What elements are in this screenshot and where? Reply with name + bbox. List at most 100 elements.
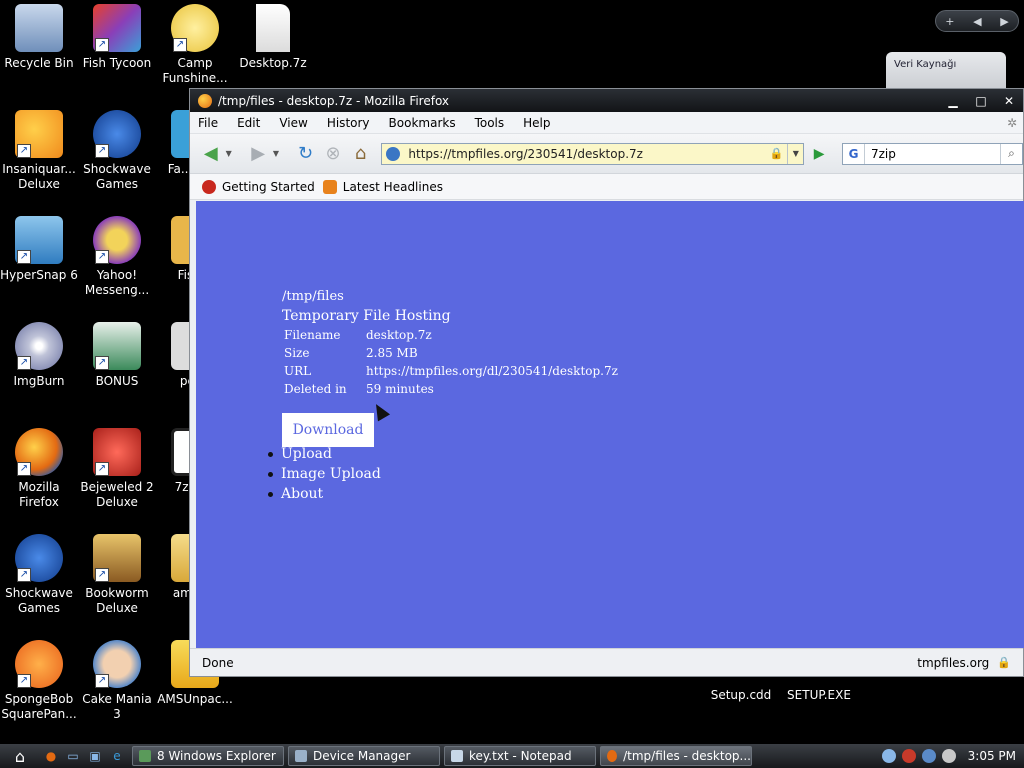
add-icon[interactable]: +: [945, 15, 954, 28]
start-button[interactable]: ⌂: [0, 744, 40, 768]
bookmark-getting-started[interactable]: Getting Started: [202, 179, 315, 194]
nav-label[interactable]: Upload: [281, 444, 332, 464]
menu-file[interactable]: File: [196, 116, 220, 130]
next-icon[interactable]: ▶: [1000, 15, 1008, 28]
clock[interactable]: 3:05 PM: [968, 749, 1016, 763]
taskbar-button-firefox[interactable]: /tmp/files - desktop...: [600, 746, 752, 766]
search-box[interactable]: G 7zip ⌕: [842, 142, 1023, 165]
search-engine-icon[interactable]: G: [843, 143, 865, 164]
desktop-icon-fish-tycoon[interactable]: ↗ Fish Tycoon: [78, 4, 156, 71]
tray-app-icon[interactable]: [881, 749, 896, 763]
maximize-button[interactable]: □: [967, 94, 995, 108]
row-value[interactable]: https://tmpfiles.org/dl/230541/desktop.7…: [364, 362, 620, 380]
show-desktop-icon[interactable]: ▭: [62, 746, 84, 766]
desktop-icon-bonus[interactable]: ↗ BONUS: [78, 322, 156, 389]
nav-item-image-upload[interactable]: Image Upload: [268, 464, 381, 484]
download-button[interactable]: Download: [282, 413, 374, 447]
search-input[interactable]: 7zip: [865, 147, 1000, 161]
go-button[interactable]: ▶: [808, 143, 830, 165]
desktop-icon-bejeweled[interactable]: ↗ Bejeweled 2 Deluxe: [78, 428, 156, 510]
desktop-icon-label: Cake Mania 3: [82, 692, 152, 721]
nav-item-about[interactable]: About: [268, 484, 381, 504]
menu-tools[interactable]: Tools: [473, 116, 507, 130]
title-bar[interactable]: /tmp/files - desktop.7z - Mozilla Firefo…: [190, 89, 1023, 112]
desktop-icon-spongebob[interactable]: ↗ SpongeBob SquarePan...: [0, 640, 78, 722]
desktop-icon-shockwave-2[interactable]: ↗ Shockwave Games: [0, 534, 78, 616]
desktop-icon-bookworm[interactable]: ↗ Bookworm Deluxe: [78, 534, 156, 616]
menu-help[interactable]: Help: [521, 116, 552, 130]
taskbar-button-device-manager[interactable]: Device Manager: [288, 746, 440, 766]
desktop-icon-shockwave[interactable]: ↗ Shockwave Games: [78, 110, 156, 192]
bookmark-latest-headlines[interactable]: Latest Headlines: [322, 179, 443, 194]
search-icon[interactable]: ⌕: [999, 143, 1022, 164]
site-tagline: Temporary File Hosting: [282, 308, 451, 324]
table-row: Deleted in 59 minutes: [282, 380, 620, 398]
reload-button[interactable]: ↻: [293, 141, 319, 167]
taskbar-button-explorer[interactable]: 8 Windows Explorer: [132, 746, 284, 766]
url-text[interactable]: https://tmpfiles.org/230541/desktop.7z: [408, 147, 769, 161]
stop-button[interactable]: ⊗: [320, 141, 346, 167]
desktop-icon-label: Insaniquar... Deluxe: [2, 162, 76, 191]
desktop-icon-label: Recycle Bin: [4, 56, 74, 70]
row-value: desktop.7z: [366, 328, 432, 342]
forward-history-dropdown[interactable]: ▼: [273, 149, 285, 158]
nav-label[interactable]: Image Upload: [281, 464, 381, 484]
firefox-icon: [607, 750, 618, 762]
tray-network-icon[interactable]: [921, 749, 936, 763]
menu-history[interactable]: History: [325, 116, 372, 130]
nav-label[interactable]: About: [281, 484, 323, 504]
back-history-dropdown[interactable]: ▼: [226, 149, 238, 158]
device-manager-icon: [295, 750, 307, 762]
url-bar[interactable]: https://tmpfiles.org/230541/desktop.7z 🔒…: [381, 142, 805, 165]
table-row: URL https://tmpfiles.org/dl/230541/deskt…: [282, 362, 620, 380]
desktop-icon-firefox[interactable]: ↗ Mozilla Firefox: [0, 428, 78, 510]
menu-bookmarks[interactable]: Bookmarks: [387, 116, 458, 130]
row-key: Filename: [284, 328, 341, 342]
row-key: Size: [284, 346, 310, 360]
desktop-icon-label: Fish Tycoon: [82, 56, 152, 70]
site-name[interactable]: /tmp/files: [282, 289, 620, 304]
taskbar-button-notepad[interactable]: key.txt - Notepad: [444, 746, 596, 766]
close-button[interactable]: ✕: [995, 94, 1023, 108]
sidebar-gadget[interactable]: Veri Kaynağı: [886, 52, 1006, 92]
desktop-icon-hypersnap[interactable]: ↗ HyperSnap 6: [0, 216, 78, 283]
desktop-icon-label: Desktop.7z: [239, 56, 307, 70]
menu-edit[interactable]: Edit: [235, 116, 262, 130]
forward-button[interactable]: ▶: [245, 141, 271, 167]
firefox-icon: ↗: [15, 428, 63, 476]
site-identity-icon[interactable]: [386, 146, 401, 161]
desktop-icon-recycle-bin[interactable]: Recycle Bin: [0, 4, 78, 71]
minimize-button[interactable]: ▁: [939, 94, 967, 108]
switch-windows-icon[interactable]: ▣: [84, 746, 106, 766]
tray-volume-muted-icon[interactable]: [941, 749, 956, 763]
ie-quicklaunch-icon[interactable]: e: [106, 746, 128, 766]
desktop-icon-cake-mania[interactable]: ↗ Cake Mania 3: [78, 640, 156, 722]
home-button[interactable]: ⌂: [348, 141, 374, 167]
back-button[interactable]: ◀: [198, 141, 224, 167]
desktop-icon-yahoo[interactable]: ↗ Yahoo! Messeng...: [78, 216, 156, 298]
sidebar-gadget-controls[interactable]: + ◀ ▶: [935, 10, 1019, 32]
desktop-icon-insaniquarium[interactable]: ↗ Insaniquar... Deluxe: [0, 110, 78, 192]
desktop-icon-camp-funshine[interactable]: ↗ Camp Funshine...: [156, 4, 234, 86]
status-bar: Done tmpfiles.org 🔒: [190, 648, 1023, 676]
row-value: 59 minutes: [366, 382, 434, 396]
lock-icon[interactable]: 🔒: [997, 656, 1011, 669]
menu-view[interactable]: View: [277, 116, 309, 130]
file-info: /tmp/files Temporary File Hosting Filena…: [282, 289, 620, 398]
desktop-icon-imgburn[interactable]: ↗ ImgBurn: [0, 322, 78, 389]
bullet-icon: [268, 451, 273, 457]
previous-icon[interactable]: ◀: [973, 15, 981, 28]
desktop-icon-desktop-7z[interactable]: Desktop.7z: [234, 4, 312, 71]
book-icon: ↗: [93, 534, 141, 582]
firefox-quicklaunch-icon[interactable]: ●: [40, 746, 62, 766]
desktop-icon-setup-cdd[interactable]: Setup.cdd: [702, 688, 780, 703]
nav-item-upload[interactable]: Upload: [268, 444, 381, 464]
desktop-icon-label: ImgBurn: [13, 374, 65, 388]
desktop-icon-setup-exe[interactable]: SETUP.EXE: [780, 688, 858, 703]
desktop-icon-label: Camp Funshine...: [162, 56, 228, 85]
tray-security-icon[interactable]: [901, 749, 916, 763]
url-history-dropdown[interactable]: ▼: [787, 143, 803, 164]
desktop-icon-label: BONUS: [95, 374, 139, 388]
lock-icon[interactable]: 🔒: [770, 147, 784, 160]
folder-icon: ↗: [93, 322, 141, 370]
